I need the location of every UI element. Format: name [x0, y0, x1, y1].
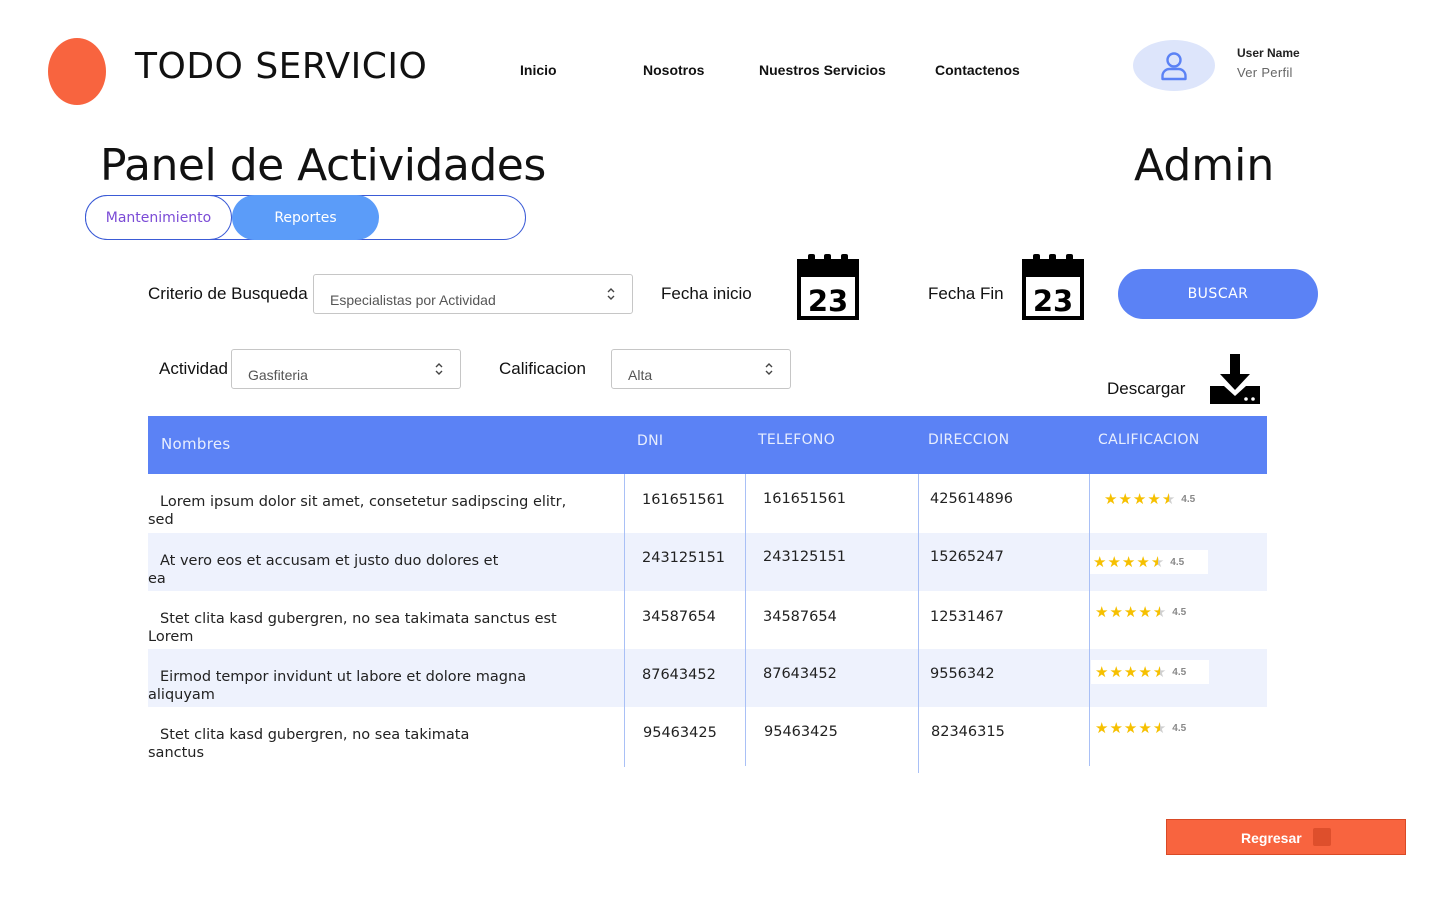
user-name: User Name — [1237, 46, 1300, 60]
table-row[interactable]: Stet clita kasd gubergren, no sea takima… — [148, 591, 1267, 649]
download-icon[interactable] — [1208, 352, 1262, 406]
cell-telefono: 161651561 — [763, 491, 847, 507]
cell-nombre: Eirmod tempor invidunt ut labore et dolo… — [148, 669, 527, 703]
cell-nombre: Lorem ipsum dolor sit amet, consetetur s… — [148, 494, 567, 528]
rating-stars: ★ ★ ★ ★ ★ 4.5 — [1104, 490, 1196, 508]
tab-group: Mantenimiento Reportes — [85, 195, 526, 240]
actividad-label: Actividad — [159, 359, 228, 378]
nav-inicio[interactable]: Inicio — [520, 62, 557, 78]
column-divider — [1089, 474, 1090, 766]
header-telefono: TELEFONO — [758, 432, 836, 448]
cell-dni: 87643452 — [642, 667, 716, 683]
fecha-inicio-label: Fecha inicio — [661, 284, 752, 303]
cell-telefono: 243125151 — [763, 549, 847, 565]
cell-direccion: 12531467 — [930, 609, 1004, 625]
select-arrows-icon — [765, 363, 773, 375]
regresar-label: Regresar — [1241, 830, 1302, 846]
buscar-button[interactable]: BUSCAR — [1118, 269, 1318, 319]
brand-name[interactable]: TODO SERVICIO — [135, 46, 427, 87]
cell-telefono: 34587654 — [763, 609, 837, 625]
role-title: Admin — [1134, 140, 1275, 191]
calendar-end-day: 23 — [1033, 284, 1073, 318]
table-header: Nombres DNI TELEFONO DIRECCION CALIFICAC… — [148, 416, 1267, 474]
cell-direccion: 425614896 — [930, 491, 1014, 507]
cell-nombre: Stet clita kasd gubergren, no sea takima… — [148, 611, 557, 645]
user-avatar[interactable] — [1133, 40, 1215, 91]
calificacion-value: Alta — [628, 367, 653, 383]
column-divider — [918, 474, 919, 773]
select-arrows-icon — [435, 363, 443, 375]
criterio-select[interactable]: Especialistas por Actividad — [313, 274, 633, 314]
table-row[interactable]: At vero eos et accusam et justo duo dolo… — [148, 533, 1267, 591]
table-row[interactable]: Eirmod tempor invidunt ut labore et dolo… — [148, 649, 1267, 707]
calendar-start-icon[interactable]: 23 — [797, 254, 859, 320]
select-arrows-icon — [607, 288, 615, 300]
cell-telefono: 87643452 — [763, 666, 837, 682]
criterio-label: Criterio de Busqueda — [148, 284, 308, 303]
column-divider — [624, 474, 625, 767]
cell-direccion: 15265247 — [930, 549, 1004, 565]
cell-direccion: 82346315 — [931, 724, 1005, 740]
cell-telefono: 95463425 — [764, 724, 838, 740]
descargar-label: Descargar — [1107, 379, 1186, 398]
tab-reportes[interactable]: Reportes — [232, 195, 379, 240]
calificacion-label: Calificacion — [499, 359, 586, 378]
calendar-end-icon[interactable]: 23 — [1022, 254, 1084, 320]
nav-contactenos[interactable]: Contactenos — [935, 62, 1020, 78]
calendar-start-day: 23 — [808, 284, 848, 318]
actividad-select[interactable]: Gasfiteria — [231, 349, 461, 389]
cell-dni: 95463425 — [643, 725, 717, 741]
rating-stars: ★ ★ ★ ★ ★ 4.5 — [1095, 603, 1187, 621]
nav-nuestros-servicios[interactable]: Nuestros Servicios — [759, 62, 886, 78]
brand-logo[interactable] — [48, 38, 106, 105]
header-dni: DNI — [637, 433, 664, 449]
rating-stars: ★ ★ ★ ★ ★ 4.5 — [1095, 719, 1187, 737]
calificacion-select[interactable]: Alta — [611, 349, 791, 389]
cell-dni: 243125151 — [642, 550, 726, 566]
column-divider — [745, 474, 746, 766]
cell-direccion: 9556342 — [930, 666, 995, 682]
rating-stars: ★ ★ ★ ★ ★ 4.5 — [1089, 550, 1208, 574]
user-icon — [1161, 51, 1187, 80]
nav-nosotros[interactable]: Nosotros — [643, 62, 704, 78]
header-direccion: DIRECCION — [928, 432, 1010, 448]
rating-stars: ★ ★ ★ ★ ★ 4.5 — [1091, 660, 1209, 684]
table-row[interactable]: Stet clita kasd gubergren, no sea takima… — [148, 707, 1267, 765]
regresar-button[interactable]: Regresar — [1166, 819, 1406, 855]
header-nombres: Nombres — [161, 435, 231, 453]
cell-dni: 161651561 — [642, 492, 726, 508]
header-calificacion: CALIFICACION — [1098, 432, 1200, 448]
cell-nombre: At vero eos et accusam et justo duo dolo… — [148, 553, 499, 587]
fecha-fin-label: Fecha Fin — [928, 284, 1004, 303]
view-profile-link[interactable]: Ver Perfil — [1237, 65, 1293, 80]
table-row[interactable]: Lorem ipsum dolor sit amet, consetetur s… — [148, 474, 1267, 532]
criterio-value: Especialistas por Actividad — [330, 292, 496, 308]
cell-nombre: Stet clita kasd gubergren, no sea takima… — [148, 727, 470, 761]
actividad-value: Gasfiteria — [248, 367, 308, 383]
page-title: Panel de Actividades — [100, 140, 546, 191]
cell-dni: 34587654 — [642, 609, 716, 625]
tab-mantenimiento[interactable]: Mantenimiento — [85, 195, 232, 240]
regresar-square-icon — [1313, 828, 1331, 846]
